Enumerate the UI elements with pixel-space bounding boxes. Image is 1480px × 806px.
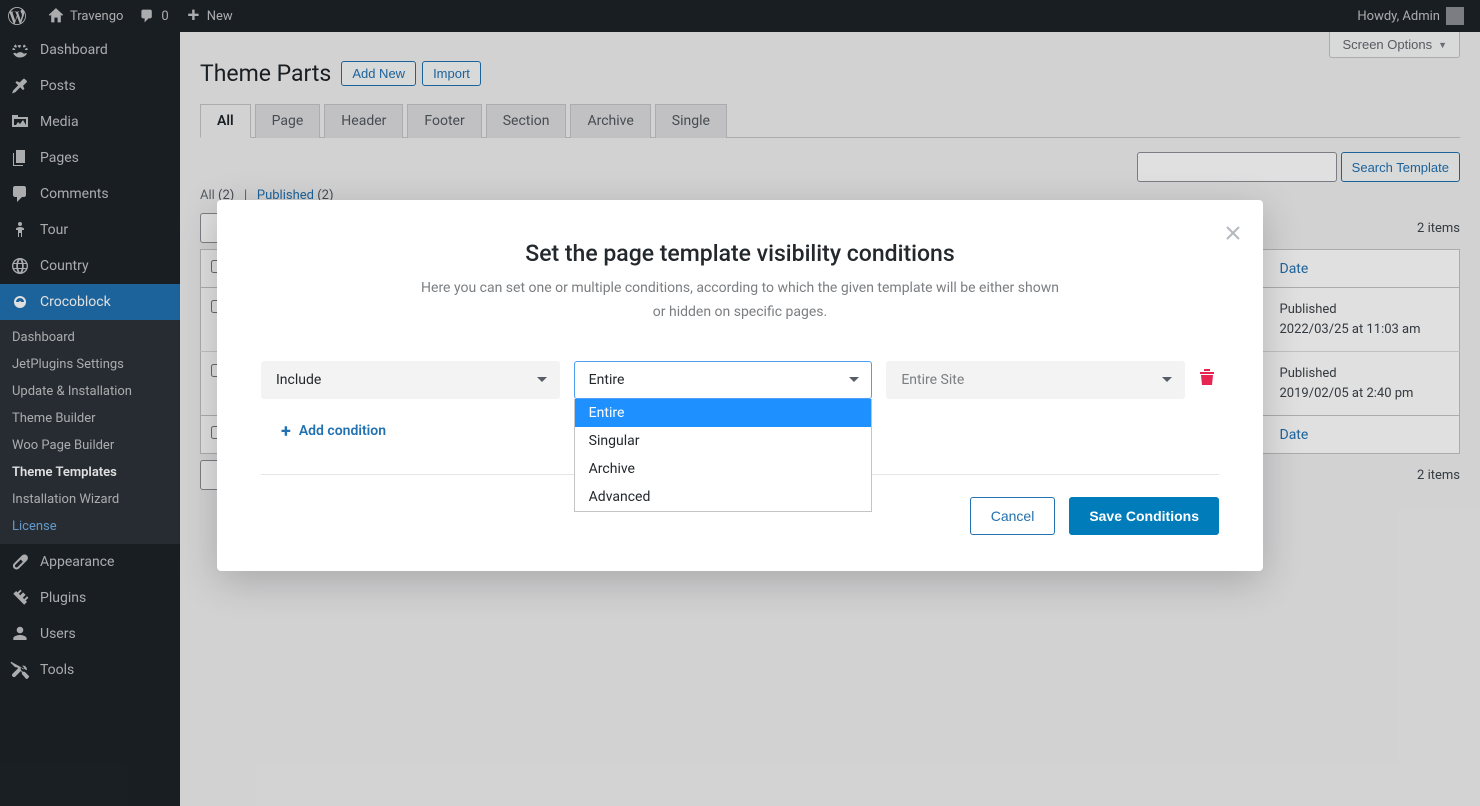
condition-target-select[interactable]: Entire Site bbox=[886, 361, 1185, 399]
plus-icon: + bbox=[281, 421, 291, 442]
dropdown-option-singular[interactable]: Singular bbox=[575, 427, 872, 455]
condition-scope-select[interactable]: Entire Entire Singular Archive Advanced bbox=[574, 361, 873, 399]
condition-row: Include Entire Entire Singular Archive A… bbox=[261, 361, 1219, 399]
dropdown-option-entire[interactable]: Entire bbox=[575, 399, 872, 427]
conditions-modal: Set the page template visibility conditi… bbox=[217, 200, 1263, 571]
modal-close-button[interactable] bbox=[1225, 222, 1241, 247]
dropdown-option-advanced[interactable]: Advanced bbox=[575, 483, 872, 511]
condition-type-value: Include bbox=[261, 361, 560, 399]
delete-condition-button[interactable] bbox=[1199, 368, 1219, 391]
save-conditions-button[interactable]: Save Conditions bbox=[1069, 497, 1219, 535]
modal-title: Set the page template visibility conditi… bbox=[261, 240, 1219, 267]
condition-type-select[interactable]: Include bbox=[261, 361, 560, 399]
condition-target-value: Entire Site bbox=[886, 361, 1185, 399]
trash-icon bbox=[1199, 368, 1215, 386]
scope-dropdown: Entire Singular Archive Advanced bbox=[574, 399, 873, 512]
dropdown-option-archive[interactable]: Archive bbox=[575, 455, 872, 483]
cancel-button[interactable]: Cancel bbox=[970, 497, 1056, 535]
condition-scope-value: Entire bbox=[574, 361, 873, 399]
close-icon bbox=[1225, 225, 1241, 241]
add-condition-label: Add condition bbox=[299, 423, 386, 439]
modal-subtitle: Here you can set one or multiple conditi… bbox=[420, 277, 1060, 325]
